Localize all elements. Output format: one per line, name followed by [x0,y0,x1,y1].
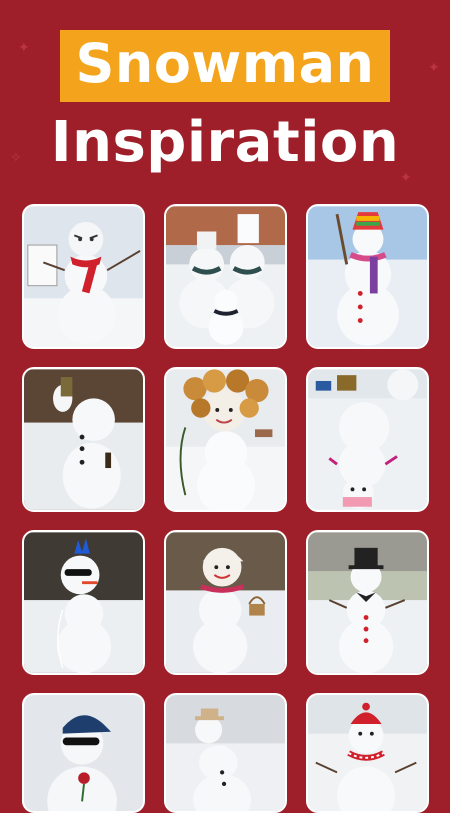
snowman-top-hat-image [308,532,427,673]
gallery-item[interactable] [164,530,287,675]
gallery-item[interactable] [164,204,287,349]
snowman-leaf-hair-image [166,369,285,510]
gallery-item[interactable] [22,367,145,512]
gallery-item[interactable] [306,693,429,813]
gallery-item[interactable] [22,204,145,349]
snowman-family-image [166,206,285,347]
gallery-item[interactable] [306,204,429,349]
gallery-item[interactable] [164,367,287,512]
snowman-straw-hat-image [166,695,285,811]
gallery-item[interactable] [306,367,429,512]
snowman-angry-red-scarf-image [24,206,143,347]
title-highlight: Snowman [59,30,391,102]
title-subline: Inspiration [50,110,400,175]
gallery-item[interactable] [22,693,145,813]
gallery-item[interactable] [22,530,145,675]
snowman-mohawk-sunglasses-image [24,532,143,673]
page-title: Snowman Inspiration [0,30,450,178]
snowman-red-hat-scarf-image [308,695,427,811]
snowman-colorful-hat-image [308,206,427,347]
gallery-item[interactable] [164,693,287,813]
snowman-baseball-cap-image [24,695,143,811]
snowman-with-basket-image [166,532,285,673]
snowman-drinking-image [24,369,143,510]
gallery-item[interactable] [306,530,429,675]
snowman-upside-down-image [308,369,427,510]
